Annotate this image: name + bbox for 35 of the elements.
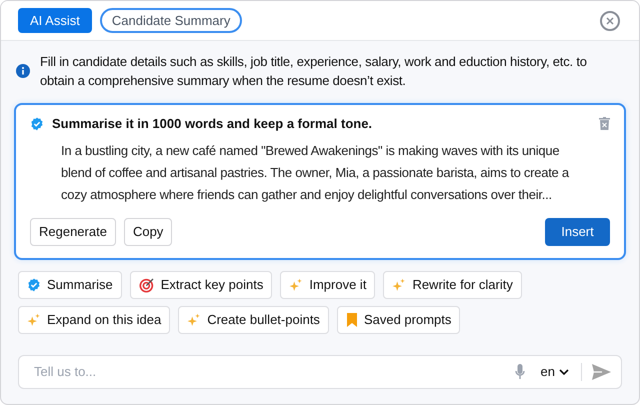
suggestion-chip[interactable]: Rewrite for clarity bbox=[383, 270, 522, 298]
sparkle-icon bbox=[27, 312, 41, 326]
ai-assist-label: AI Assist bbox=[18, 8, 92, 34]
suggestion-chip[interactable]: Extract key points bbox=[130, 270, 272, 298]
microphone-button[interactable] bbox=[514, 364, 525, 380]
info-text: Fill in candidate details such as skills, job title, experience, salary, work and eduction history, etc. to obtain a comprehensive summary when the resume doesn’t exist. bbox=[40, 53, 588, 90]
sparkle-icon bbox=[289, 278, 304, 292]
candidate-summary-chip: Candidate Summary bbox=[100, 8, 242, 34]
close-button[interactable] bbox=[600, 10, 620, 30]
summary-text: In a bustling city, a new café named "Brewed Awakenings" is making waves with its unique blend of coffee and artisanal pastries. The owner, Mia, a passionate barista, aims to create a cozy atmosphere where friends can gather and enjoy delightful conversations over their... bbox=[60, 142, 570, 204]
suggestion-chip[interactable]: Expand on this idea bbox=[18, 306, 170, 334]
chevron-down-icon bbox=[559, 368, 569, 374]
suggestion-chip[interactable]: Summarise bbox=[18, 270, 122, 298]
close-icon bbox=[606, 16, 614, 24]
prompt-text: Summarise it in 1000 words and keep a formal tone. bbox=[52, 115, 374, 133]
info-icon bbox=[16, 64, 30, 78]
suggestion-chip[interactable]: Saved prompts bbox=[336, 306, 460, 334]
message-field[interactable]: Tell us to... en bbox=[18, 354, 622, 388]
sparkle-icon bbox=[392, 278, 406, 292]
trash-icon bbox=[599, 117, 610, 130]
target-icon bbox=[138, 276, 155, 292]
action-button[interactable]: Regenerate bbox=[30, 218, 116, 246]
verified-icon bbox=[30, 116, 44, 131]
verified-icon bbox=[27, 278, 41, 292]
microphone-icon bbox=[514, 364, 525, 380]
language-dropdown[interactable]: en bbox=[540, 362, 569, 382]
suggestion-chip[interactable]: Improve it bbox=[280, 270, 376, 298]
action-button[interactable]: Copy bbox=[124, 218, 172, 246]
sparkle-icon bbox=[187, 312, 202, 326]
send-button[interactable] bbox=[592, 364, 611, 380]
send-icon bbox=[592, 364, 611, 380]
delete-button[interactable] bbox=[599, 117, 610, 130]
suggestion-chip[interactable]: Create bullet-points bbox=[178, 306, 329, 334]
insert-button[interactable]: Insert bbox=[545, 218, 610, 246]
bookmark-icon bbox=[346, 312, 358, 326]
